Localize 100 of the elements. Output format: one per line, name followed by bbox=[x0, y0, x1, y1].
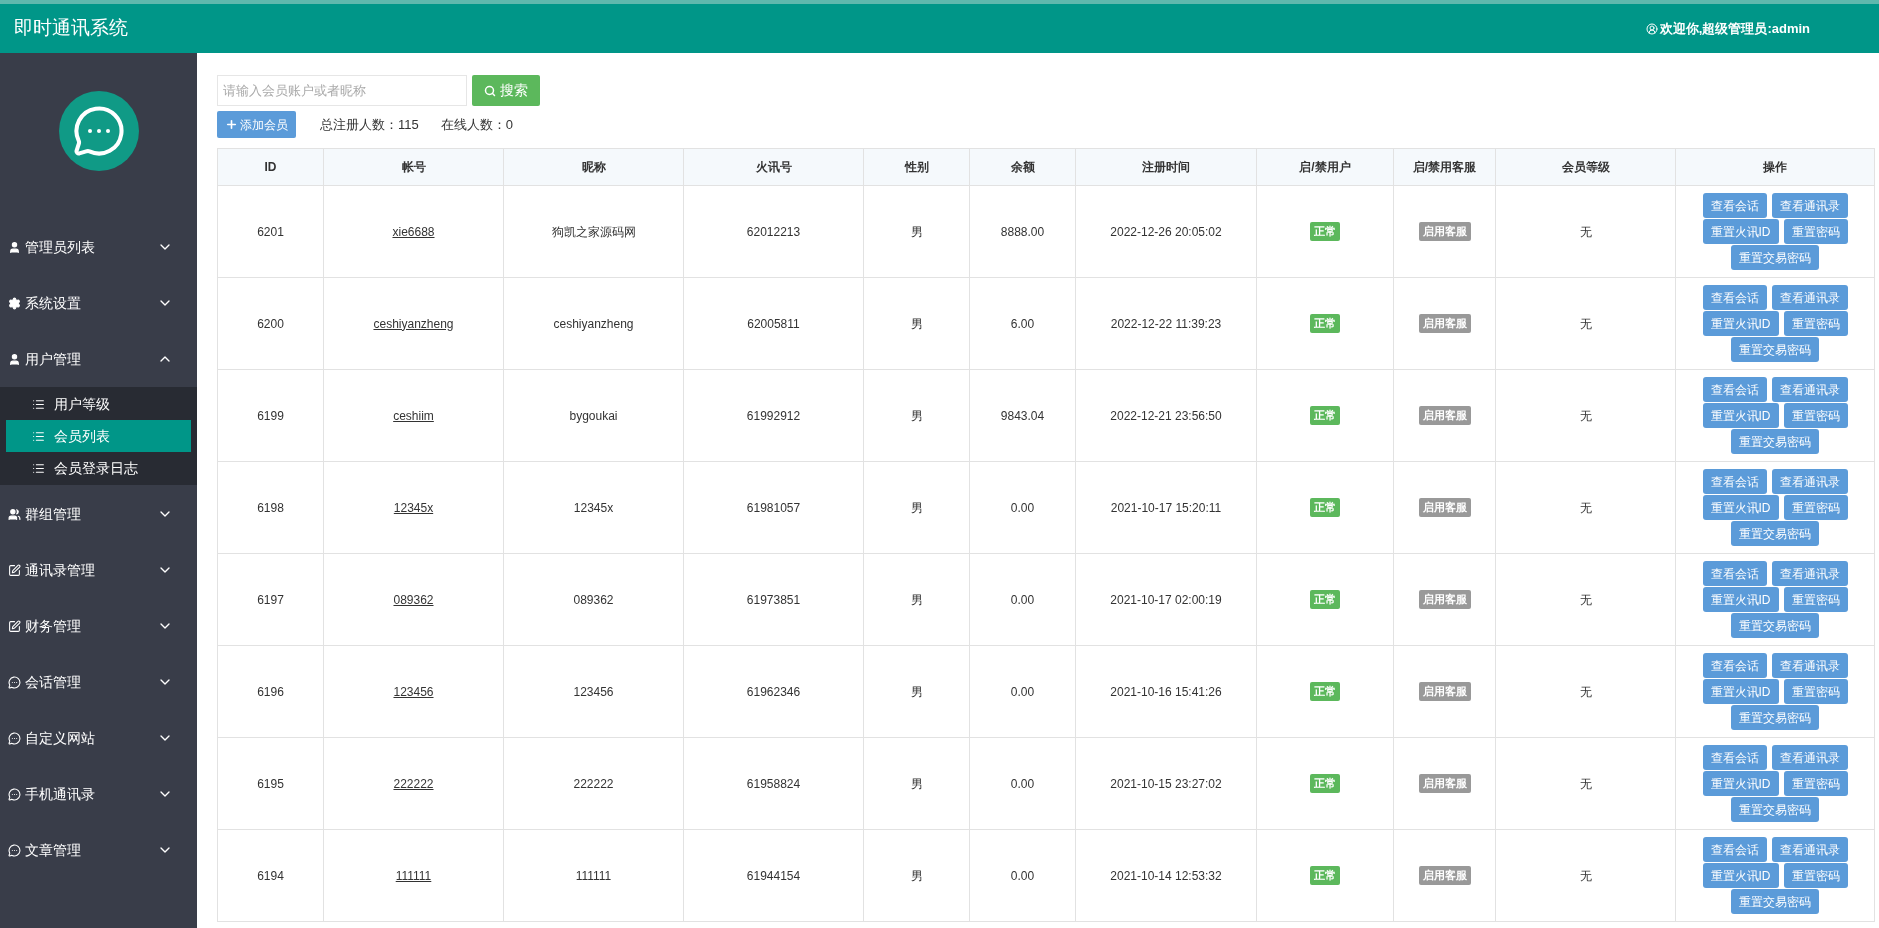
status-badge[interactable]: 正常 bbox=[1310, 866, 1340, 885]
action-button[interactable]: 重置火讯ID bbox=[1702, 771, 1779, 796]
column-header: 操作 bbox=[1763, 159, 1787, 176]
action-button[interactable]: 重置交易密码 bbox=[1731, 705, 1819, 730]
action-button[interactable]: 重置火讯ID bbox=[1702, 679, 1779, 704]
action-button[interactable]: 重置密码 bbox=[1783, 219, 1848, 244]
action-button[interactable]: 重置密码 bbox=[1783, 863, 1848, 888]
action-button[interactable]: 查看会话 bbox=[1702, 377, 1767, 402]
add-member-button[interactable]: 添加会员 bbox=[217, 111, 296, 138]
status-badge[interactable]: 正常 bbox=[1310, 406, 1340, 425]
action-button[interactable]: 重置密码 bbox=[1783, 587, 1848, 612]
action-button[interactable]: 重置交易密码 bbox=[1731, 521, 1819, 546]
account-link[interactable]: 12345x bbox=[393, 498, 434, 517]
table-cell-text: 无 bbox=[1579, 315, 1592, 333]
action-button[interactable]: 重置密码 bbox=[1783, 679, 1848, 704]
table-cell-text: 2021-10-17 02:00:19 bbox=[1110, 591, 1222, 609]
service-badge[interactable]: 启用客服 bbox=[1418, 682, 1471, 701]
action-button[interactable]: 查看会话 bbox=[1702, 285, 1767, 310]
status-badge[interactable]: 正常 bbox=[1310, 682, 1340, 701]
table-cell-text: 61944154 bbox=[746, 867, 801, 885]
account-link[interactable]: 111111 bbox=[395, 866, 432, 885]
action-button[interactable]: 查看通讯录 bbox=[1771, 653, 1848, 678]
action-button[interactable]: 查看会话 bbox=[1702, 837, 1767, 862]
column-header: 余额 bbox=[1010, 159, 1035, 176]
service-badge[interactable]: 启用客服 bbox=[1418, 314, 1471, 333]
action-button[interactable]: 重置交易密码 bbox=[1731, 337, 1819, 362]
action-button[interactable]: 重置交易密码 bbox=[1731, 797, 1819, 822]
status-badge[interactable]: 正常 bbox=[1310, 498, 1340, 517]
sidebar-menu-item[interactable]: 通讯录管理 bbox=[0, 542, 197, 598]
action-button[interactable]: 查看通讯录 bbox=[1771, 745, 1848, 770]
column-header: 性别 bbox=[904, 159, 929, 176]
sidebar-menu-item[interactable]: 群组管理 bbox=[0, 486, 197, 542]
account-link[interactable]: 123456 bbox=[393, 682, 434, 701]
status-badge[interactable]: 正常 bbox=[1310, 774, 1340, 793]
search-button[interactable]: 搜索 bbox=[472, 75, 540, 106]
action-button[interactable]: 重置交易密码 bbox=[1731, 613, 1819, 638]
action-button[interactable]: 重置交易密码 bbox=[1731, 429, 1819, 454]
table-cell-text: 无 bbox=[1579, 775, 1592, 793]
sidebar-menu-item[interactable]: 财务管理 bbox=[0, 598, 197, 654]
service-badge[interactable]: 启用客服 bbox=[1418, 590, 1471, 609]
sidebar-menu-item[interactable]: 管理员列表 bbox=[0, 219, 197, 275]
search-field[interactable]: 请输入会员账户或者昵称 bbox=[217, 75, 467, 106]
sidebar-menu-item[interactable]: 手机通讯录 bbox=[0, 766, 197, 822]
stat-text: 在线人数：0 bbox=[440, 115, 513, 134]
status-badge[interactable]: 正常 bbox=[1310, 314, 1340, 333]
sidebar-submenu-item[interactable]: 用户等级 bbox=[6, 388, 191, 420]
account-link[interactable]: ceshiim bbox=[393, 406, 434, 425]
sidebar-submenu-item[interactable]: 会员列表 bbox=[6, 420, 191, 452]
action-button[interactable]: 重置火讯ID bbox=[1702, 495, 1779, 520]
action-button[interactable]: 查看通讯录 bbox=[1771, 561, 1848, 586]
account-link[interactable]: ceshiyanzheng bbox=[373, 314, 454, 333]
action-button[interactable]: 查看通讯录 bbox=[1771, 285, 1848, 310]
action-button[interactable]: 重置密码 bbox=[1783, 403, 1848, 428]
action-button[interactable]: 查看会话 bbox=[1702, 193, 1767, 218]
column-header: 注册时间 bbox=[1142, 159, 1190, 176]
sidebar-submenu-item[interactable]: 会员登录日志 bbox=[6, 452, 191, 484]
column-header: 会员等级 bbox=[1561, 159, 1610, 176]
account-link[interactable]: xie6688 bbox=[392, 222, 435, 241]
service-badge[interactable]: 启用客服 bbox=[1418, 866, 1471, 885]
action-button[interactable]: 查看会话 bbox=[1702, 561, 1767, 586]
action-button[interactable]: 重置火讯ID bbox=[1702, 219, 1779, 244]
action-button[interactable]: 重置火讯ID bbox=[1702, 403, 1779, 428]
status-badge[interactable]: 正常 bbox=[1310, 222, 1340, 241]
action-button[interactable]: 重置密码 bbox=[1783, 495, 1848, 520]
action-button[interactable]: 重置交易密码 bbox=[1731, 245, 1819, 270]
service-badge[interactable]: 启用客服 bbox=[1418, 498, 1471, 517]
app-title: 即时通讯系统 bbox=[14, 16, 128, 41]
action-button[interactable]: 重置密码 bbox=[1783, 771, 1848, 796]
action-button[interactable]: 查看通讯录 bbox=[1771, 377, 1848, 402]
account-link[interactable]: 089362 bbox=[393, 590, 434, 609]
action-button[interactable]: 查看会话 bbox=[1702, 469, 1767, 494]
account-link[interactable]: 222222 bbox=[393, 774, 434, 793]
table-cell-text: 61958824 bbox=[746, 775, 801, 793]
table-cell-text: 6194 bbox=[257, 867, 284, 885]
action-button[interactable]: 重置密码 bbox=[1783, 311, 1848, 336]
table-cell-text: 2021-10-15 23:27:02 bbox=[1110, 775, 1222, 793]
sidebar-menu-item[interactable]: 文章管理 bbox=[0, 822, 197, 878]
sidebar-menu-item[interactable]: 自定义网站 bbox=[0, 710, 197, 766]
service-badge[interactable]: 启用客服 bbox=[1418, 222, 1471, 241]
action-button[interactable]: 重置火讯ID bbox=[1702, 863, 1779, 888]
list-icon bbox=[32, 429, 45, 443]
table-cell-text: 6195 bbox=[257, 775, 284, 793]
action-button[interactable]: 重置火讯ID bbox=[1702, 311, 1779, 336]
action-button[interactable]: 重置火讯ID bbox=[1702, 587, 1779, 612]
action-button[interactable]: 重置交易密码 bbox=[1731, 889, 1819, 914]
sidebar-menu-item[interactable]: 会话管理 bbox=[0, 654, 197, 710]
service-badge[interactable]: 启用客服 bbox=[1418, 406, 1471, 425]
welcome-text: 欢迎你,超级管理员:admin bbox=[1659, 19, 1810, 38]
sidebar-menu-item[interactable]: 系统设置 bbox=[0, 275, 197, 331]
service-badge[interactable]: 启用客服 bbox=[1418, 774, 1471, 793]
action-button[interactable]: 查看会话 bbox=[1702, 745, 1767, 770]
action-button[interactable]: 查看通讯录 bbox=[1771, 193, 1848, 218]
status-badge[interactable]: 正常 bbox=[1310, 590, 1340, 609]
action-button[interactable]: 查看通讯录 bbox=[1771, 469, 1848, 494]
action-button[interactable]: 查看会话 bbox=[1702, 653, 1767, 678]
sidebar-menu-item[interactable]: 用户管理 bbox=[0, 331, 197, 387]
table-cell-text: 222222 bbox=[573, 775, 614, 793]
action-button[interactable]: 查看通讯录 bbox=[1771, 837, 1848, 862]
table-cell-text: 6197 bbox=[257, 591, 284, 609]
menu-icon bbox=[8, 563, 21, 577]
